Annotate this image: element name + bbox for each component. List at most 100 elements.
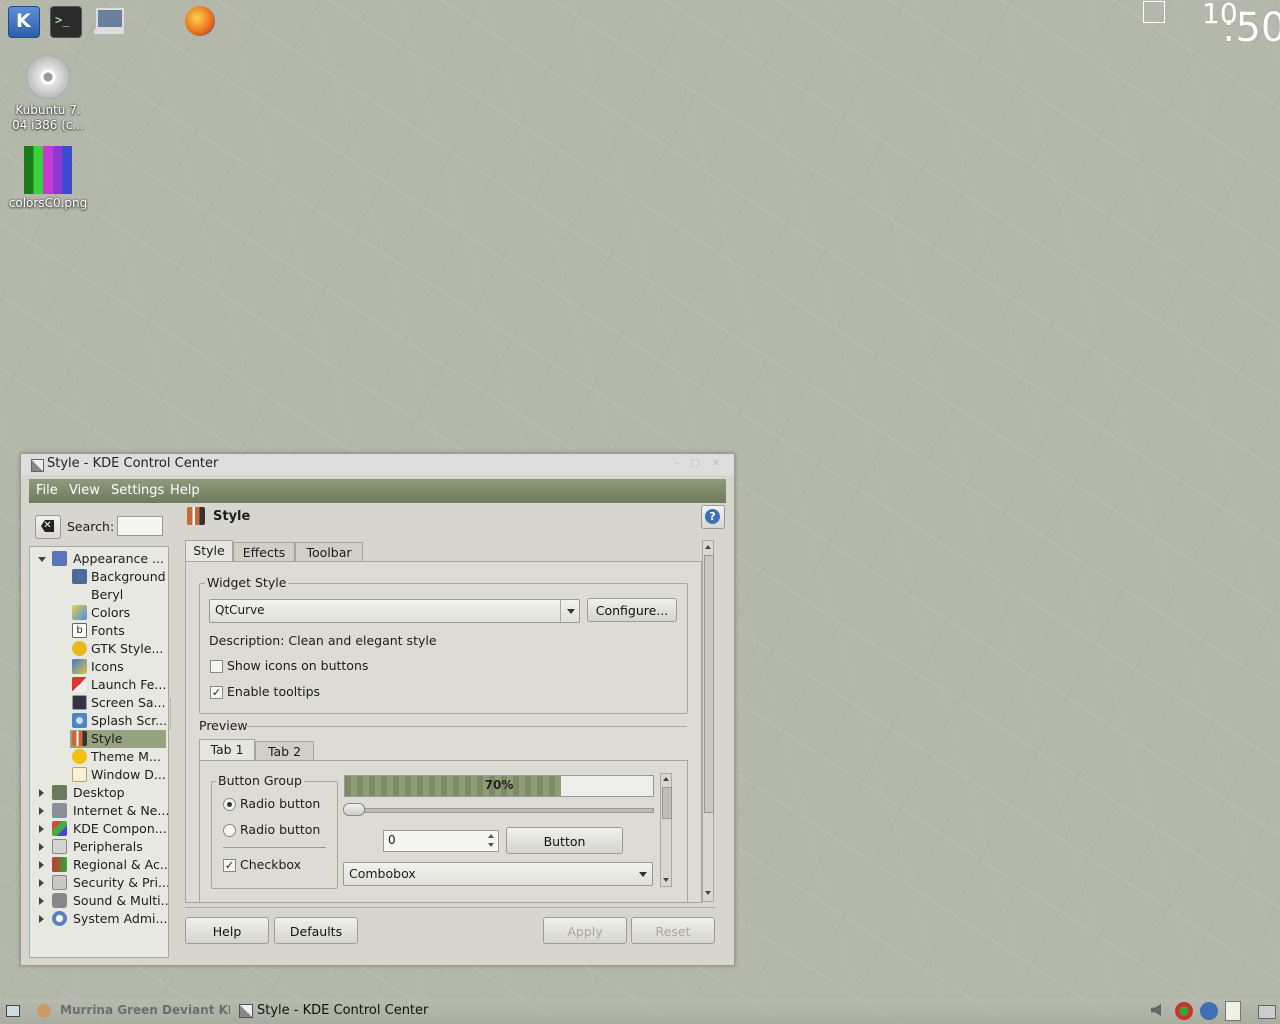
tree-item-security[interactable]: Security & Pri... bbox=[30, 874, 168, 892]
tab-style[interactable]: Style bbox=[185, 540, 233, 562]
volume-icon[interactable] bbox=[1151, 1004, 1161, 1016]
preview-scrollbar[interactable] bbox=[660, 773, 672, 887]
tree-item-system-admin[interactable]: System Admi... bbox=[30, 910, 167, 928]
apply-button[interactable]: Apply bbox=[543, 917, 627, 944]
tree-item-screensaver[interactable]: Screen Sa... bbox=[70, 694, 166, 712]
preview-combobox[interactable]: Combobox bbox=[343, 862, 653, 886]
reset-button[interactable]: Reset bbox=[631, 917, 715, 944]
spin-up-icon[interactable] bbox=[488, 834, 494, 838]
tree-item-sound[interactable]: Sound & Multi... bbox=[30, 892, 168, 910]
collapsed-arrow-icon bbox=[39, 843, 44, 851]
show-icons-label[interactable]: Show icons on buttons bbox=[227, 658, 368, 673]
radio-button-1-label[interactable]: Radio button bbox=[240, 796, 320, 811]
tree-item-appearance[interactable]: Appearance ... bbox=[30, 550, 166, 568]
terminal-icon[interactable]: >_ bbox=[50, 6, 82, 38]
clipboard-icon[interactable] bbox=[1225, 1001, 1241, 1021]
preview-button[interactable]: Button bbox=[506, 827, 623, 854]
window-titlebar[interactable]: Style - KDE Control Center – □ ✕ bbox=[21, 454, 734, 475]
slider-track[interactable] bbox=[344, 808, 654, 813]
gtk-icon bbox=[72, 641, 87, 656]
scroll-down-icon[interactable] bbox=[663, 878, 669, 882]
tree-item-internet[interactable]: Internet & Ne... bbox=[30, 802, 168, 820]
search-input[interactable] bbox=[117, 516, 163, 536]
clear-search-button[interactable]: ✕ bbox=[35, 515, 61, 539]
image-file-icon bbox=[24, 146, 72, 194]
tree-item-window-decorations[interactable]: Window D... bbox=[70, 766, 166, 784]
tree-item-background[interactable]: Background bbox=[70, 568, 166, 586]
tree-item-icons[interactable]: Icons bbox=[70, 658, 166, 676]
defaults-button[interactable]: Defaults bbox=[274, 917, 358, 944]
desktop-pager[interactable] bbox=[1143, 1, 1165, 23]
collapsed-arrow-icon bbox=[39, 879, 44, 887]
enable-tooltips-checkbox[interactable]: ✓ bbox=[210, 686, 223, 699]
tree-item-theme-manager[interactable]: Theme M... bbox=[70, 748, 166, 766]
tree-item-gtk-style[interactable]: GTK Style... bbox=[70, 640, 166, 658]
maximize-icon[interactable]: □ bbox=[690, 459, 700, 469]
tab-effects[interactable]: Effects bbox=[233, 542, 295, 562]
scroll-up-icon[interactable] bbox=[663, 777, 669, 781]
preview-checkbox-label[interactable]: Checkbox bbox=[240, 857, 301, 872]
splitter-handle[interactable] bbox=[170, 699, 174, 729]
task-wallpaper[interactable]: Murrina Green Deviant KDE- bbox=[60, 1003, 230, 1017]
widget-style-combobox[interactable]: QtCurve bbox=[209, 599, 580, 623]
whats-this-button[interactable]: ? bbox=[701, 505, 725, 529]
expanded-arrow-icon bbox=[38, 557, 46, 562]
menu-help[interactable]: Help bbox=[170, 483, 200, 498]
spinbox[interactable]: 0 bbox=[383, 830, 499, 852]
tree-item-splash-screen[interactable]: Splash Scr... bbox=[70, 712, 167, 730]
kde-menu-icon[interactable]: K bbox=[8, 6, 40, 38]
configure-button[interactable]: Configure... bbox=[587, 598, 677, 622]
tree-item-colors[interactable]: Colors bbox=[70, 604, 166, 622]
tree-item-launch-feedback[interactable]: Launch Fe... bbox=[70, 676, 166, 694]
peripherals-icon bbox=[52, 839, 67, 854]
menu-view[interactable]: View bbox=[69, 483, 100, 498]
update-notifier-icon[interactable] bbox=[1200, 1002, 1218, 1020]
tab-toolbar[interactable]: Toolbar bbox=[295, 542, 363, 562]
tree-item-regional[interactable]: Regional & Ac... bbox=[30, 856, 168, 874]
removable-device-icon[interactable] bbox=[1258, 1005, 1276, 1019]
scroll-down-icon[interactable] bbox=[705, 891, 711, 895]
scroll-up-icon[interactable] bbox=[705, 545, 711, 549]
scroll-thumb[interactable] bbox=[662, 787, 672, 819]
slider-handle[interactable] bbox=[343, 803, 365, 816]
spin-down-icon[interactable] bbox=[488, 843, 494, 847]
style-header-icon bbox=[187, 507, 205, 525]
collapsed-arrow-icon bbox=[39, 861, 44, 869]
preview-divider bbox=[244, 726, 687, 727]
preview-checkbox[interactable]: ✓ bbox=[223, 859, 236, 872]
module-scrollbar[interactable] bbox=[702, 540, 714, 902]
desktop-icon-image[interactable]: colorsC0.png bbox=[8, 146, 88, 211]
tree-item-peripherals[interactable]: Peripherals bbox=[30, 838, 166, 856]
scroll-thumb[interactable] bbox=[704, 555, 714, 813]
close-icon[interactable]: ✕ bbox=[711, 459, 721, 469]
preview-tab-1[interactable]: Tab 1 bbox=[199, 739, 255, 761]
minimize-icon[interactable]: – bbox=[672, 459, 682, 469]
tree-item-desktop[interactable]: Desktop bbox=[30, 784, 166, 802]
enable-tooltips-label[interactable]: Enable tooltips bbox=[227, 684, 320, 699]
style-icon bbox=[72, 731, 87, 746]
module-title: Style bbox=[213, 509, 251, 524]
radio-button-2-label[interactable]: Radio button bbox=[240, 822, 320, 837]
menu-file[interactable]: File bbox=[36, 483, 58, 498]
tree-item-kde-components[interactable]: KDE Compon... bbox=[30, 820, 167, 838]
tree-item-beryl[interactable]: Beryl bbox=[70, 586, 166, 604]
control-center-window: Style - KDE Control Center – □ ✕ File Vi… bbox=[20, 453, 735, 966]
tree-item-style[interactable]: Style bbox=[70, 730, 166, 748]
firefox-icon[interactable] bbox=[185, 6, 215, 36]
network-icon[interactable] bbox=[1175, 1002, 1193, 1020]
components-icon bbox=[52, 821, 67, 836]
tree-item-fonts[interactable]: b Fonts bbox=[70, 622, 166, 640]
show-icons-checkbox[interactable] bbox=[210, 660, 223, 673]
desktop-icon-cdrom[interactable]: Kubuntu 7. 04 i386 (c... bbox=[8, 55, 88, 133]
appearance-icon bbox=[52, 551, 67, 566]
radio-button-2[interactable] bbox=[223, 824, 236, 837]
window-title: Style - KDE Control Center bbox=[47, 456, 219, 471]
computer-icon[interactable] bbox=[94, 6, 124, 36]
show-desktop-icon[interactable] bbox=[6, 1005, 20, 1017]
help-button[interactable]: Help bbox=[185, 917, 269, 944]
radio-button-1[interactable] bbox=[223, 798, 236, 811]
menu-settings[interactable]: Settings bbox=[111, 483, 164, 498]
tab-page: Widget Style QtCurve Configure... Descri… bbox=[185, 561, 702, 903]
task-control-center[interactable]: Style - KDE Control Center bbox=[257, 1003, 428, 1018]
preview-tab-2[interactable]: Tab 2 bbox=[255, 741, 314, 761]
